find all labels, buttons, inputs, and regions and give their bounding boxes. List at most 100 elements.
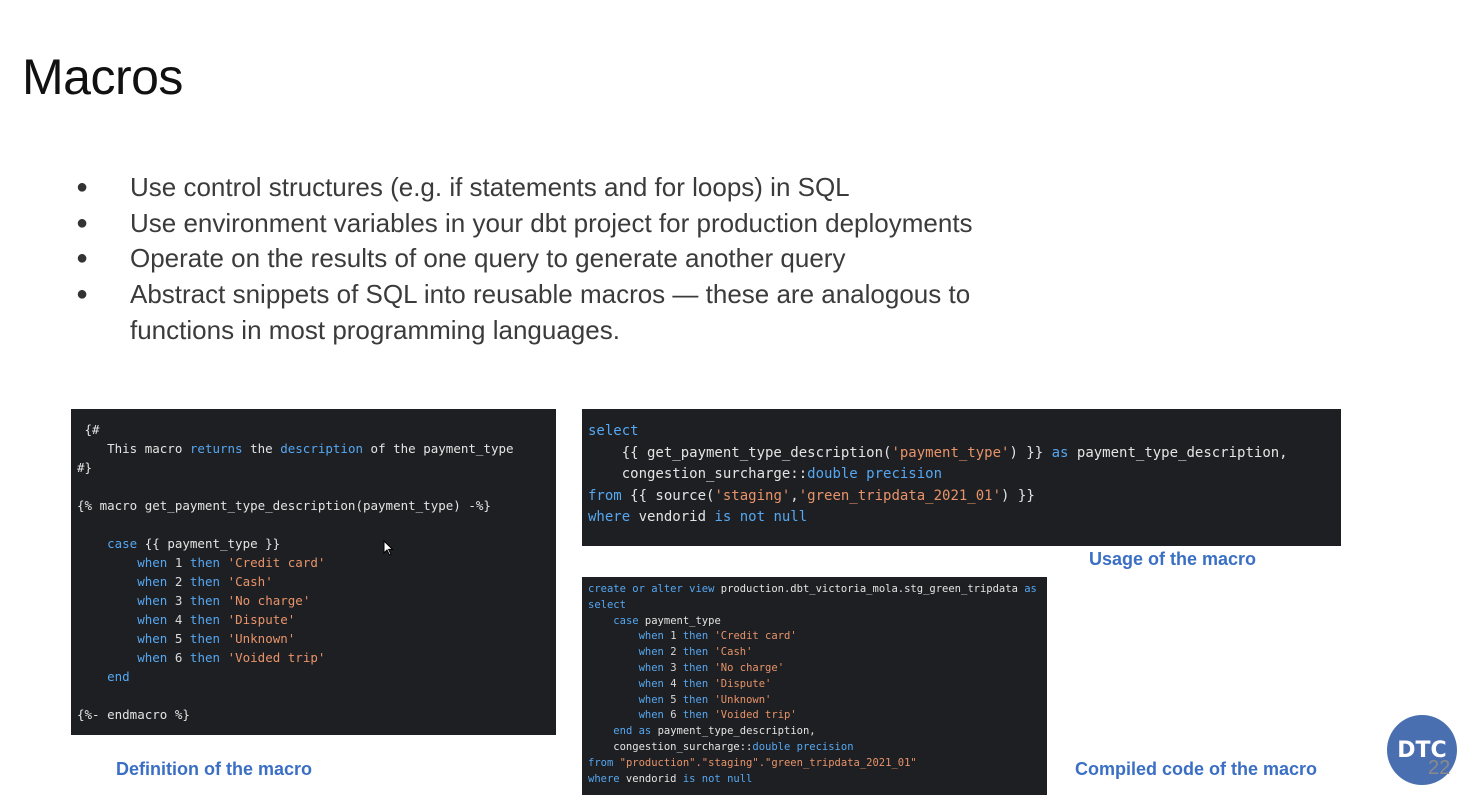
code-token: 'Credit card' — [714, 630, 797, 643]
code-token: {{ source( — [621, 487, 715, 504]
code-token: when — [638, 661, 664, 674]
code-token: 'Unknown' — [227, 631, 296, 646]
code-token: payment_type_description, — [1068, 444, 1288, 461]
code-token: where — [588, 509, 631, 526]
slide-title: Macros — [22, 49, 183, 105]
code-token: double precision — [807, 466, 943, 483]
code-token: when — [137, 555, 168, 570]
code-line: {# — [77, 420, 550, 439]
code-token: then — [682, 630, 709, 643]
mouse-pointer-icon — [383, 540, 394, 556]
bullet-item: ● Abstract snippets of SQL into reusable … — [76, 277, 976, 348]
code-token: from — [588, 487, 622, 504]
code-token: the — [242, 441, 281, 456]
code-line: when 3 then 'No charge' — [588, 661, 1041, 677]
bullet-item: ● Operate on the results of one query to … — [76, 241, 976, 277]
code-token: returns — [189, 441, 243, 456]
code-token: when — [137, 593, 168, 608]
bullet-text: Abstract snippets of SQL into reusable m… — [130, 279, 971, 345]
code-token: as — [638, 725, 652, 738]
code-token: where — [588, 772, 620, 785]
code-token: {{ get_payment_type_description( — [588, 444, 892, 461]
code-token: create or alter — [588, 583, 683, 595]
bullet-text: Use control structures (e.g. if statemen… — [130, 172, 850, 202]
definition-caption: Definition of the macro — [116, 759, 313, 779]
code-token: 'Voided trip' — [714, 709, 797, 722]
code-token: production.dbt_victoria_mola.stg_green_t… — [714, 583, 1025, 595]
code-token: description — [280, 441, 364, 456]
code-line: end as payment_type_description, — [588, 724, 1041, 740]
code-token: as — [1051, 444, 1069, 461]
code-token: 'Cash' — [714, 646, 753, 659]
code-line: {% macro get_payment_type_description(pa… — [77, 496, 550, 515]
bullet-item: ● Use control structures (e.g. if stateme… — [76, 170, 976, 206]
code-token: case — [613, 614, 639, 627]
code-line: from "production"."staging"."green_tripd… — [588, 756, 1041, 772]
code-token: congestion_surcharge:: — [588, 466, 808, 483]
code-token: 'Credit card' — [227, 555, 326, 570]
code-token: when — [137, 650, 168, 665]
code-token: "production"."staging"."green_tripdata_2… — [619, 756, 917, 769]
code-line: when 2 then 'Cash' — [77, 572, 550, 591]
code-token: case — [107, 536, 138, 551]
code-token: 'Voided trip' — [227, 650, 326, 665]
code-line: where vendorid is not null — [588, 772, 1041, 788]
bullet-icon: ● — [76, 211, 89, 234]
bullet-text: Use environment variables in your dbt pr… — [130, 207, 973, 238]
bullet-list: ● Use control structures (e.g. if stateme… — [76, 170, 976, 349]
code-token: ) }} — [1009, 444, 1052, 461]
compiled-code-block: create or alter view production.dbt_vict… — [582, 577, 1047, 795]
bullet-icon: ● — [76, 283, 89, 306]
code-token: then — [682, 693, 709, 706]
code-token: then — [189, 593, 221, 608]
bullet-text: Operate on the results of one query to g… — [130, 243, 846, 274]
code-line: when 5 then 'Unknown' — [588, 693, 1041, 709]
code-token: 'No charge' — [714, 661, 785, 674]
bullet-icon: ● — [76, 247, 89, 270]
code-line: end — [77, 667, 550, 686]
code-line: when 1 then 'Credit card' — [588, 629, 1041, 645]
code-line: create or alter view production.dbt_vict… — [588, 582, 1041, 598]
code-line: select — [588, 598, 1041, 614]
page-number: 22 — [1428, 757, 1451, 779]
code-token: then — [189, 612, 221, 627]
code-line: congestion_surcharge::double precision — [588, 464, 1335, 486]
usage-caption: Usage of the macro — [1089, 549, 1257, 569]
code-token: end — [613, 725, 633, 738]
code-token: double precision — [752, 740, 854, 753]
code-token: then — [189, 574, 221, 589]
code-token: when — [638, 693, 664, 706]
code-line: when 6 then 'Voided trip' — [588, 708, 1041, 724]
code-line: when 4 then 'Dispute' — [77, 610, 550, 629]
code-token: vendorid — [630, 509, 715, 526]
bullet-icon: ● — [76, 176, 89, 198]
code-token: when — [638, 709, 664, 722]
code-line: when 6 then 'Voided trip' — [77, 648, 550, 667]
code-token: then — [189, 631, 221, 646]
code-token: view — [689, 583, 715, 595]
